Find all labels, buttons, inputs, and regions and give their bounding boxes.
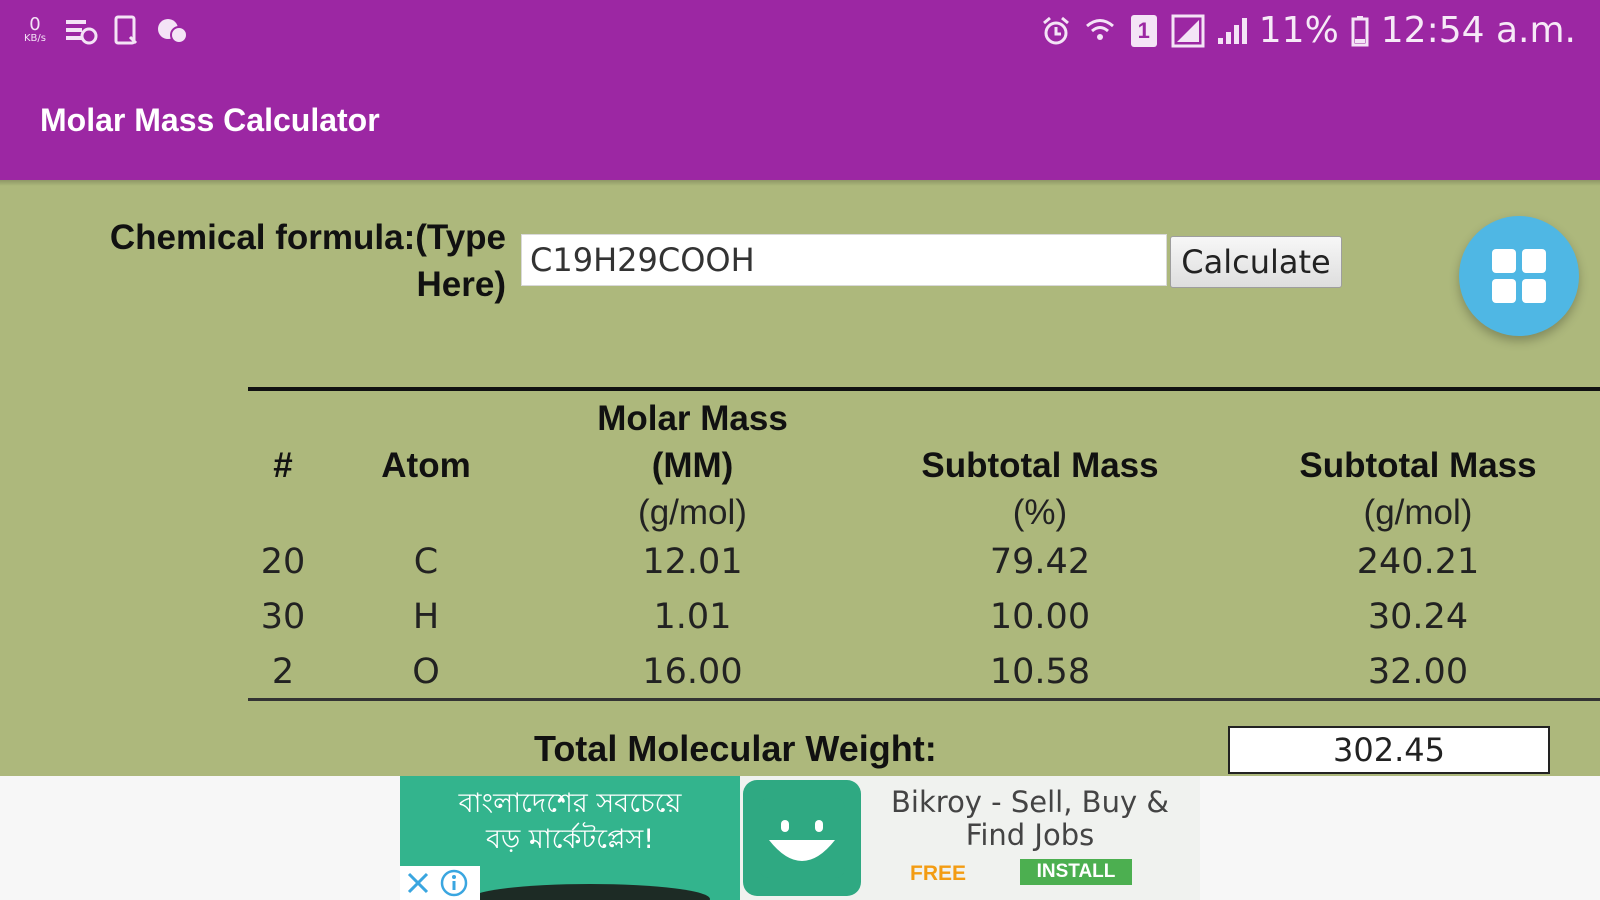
- ad-promo-text: বাংলাদেশের সবচেয়ে বড় মার্কেটপ্লেস!: [410, 786, 730, 858]
- header-atom: Atom: [381, 446, 471, 485]
- cell-count: 30: [260, 597, 306, 637]
- net-speed-unit: KB/s: [24, 33, 46, 44]
- sim-icon: 1: [1127, 14, 1161, 48]
- formula-label: Chemical formula:(Type Here): [60, 214, 506, 308]
- cell-atom: H: [412, 597, 440, 637]
- ad-product-image: [470, 884, 710, 900]
- battery-percent: 11%: [1258, 10, 1339, 51]
- cell-pct: 79.42: [989, 542, 1091, 582]
- table-top-rule: [248, 387, 1600, 391]
- cell-atom: O: [412, 652, 440, 692]
- ad-install-button[interactable]: INSTALL: [1020, 859, 1132, 885]
- device-icon: [110, 14, 144, 48]
- cell-atom: C: [413, 542, 439, 582]
- clock: 12:54 a.m.: [1380, 10, 1576, 51]
- ad-app-name: Bikroy - Sell, Buy & Find Jobs: [891, 785, 1169, 852]
- formula-input[interactable]: C19H29COOH: [521, 234, 1167, 286]
- grid-menu-button[interactable]: [1459, 216, 1579, 336]
- app-bar-shadow: [0, 180, 1600, 186]
- table-bottom-rule: [248, 698, 1600, 701]
- ad-info-icon[interactable]: [436, 866, 472, 900]
- ad-banner[interactable]: বাংলাদেশের সবচেয়ে বড় মার্কেটপ্লেস! Bik…: [400, 776, 1200, 900]
- net-speed-value: 0: [29, 14, 41, 35]
- wifi-icon: [1083, 14, 1117, 48]
- header-subtotal-pct: Subtotal Mass (%): [921, 446, 1159, 532]
- sim-label: 1: [1130, 14, 1157, 47]
- ad-close-icon[interactable]: [400, 866, 436, 900]
- cell-gmol: 240.21: [1356, 542, 1480, 582]
- status-bar: 0 KB/s 1 11% 12:54 a.m.: [0, 0, 1600, 66]
- cell-count: 20: [260, 542, 306, 582]
- status-right-icons: 1 11% 12:54 a.m.: [1039, 10, 1576, 51]
- app-bar: Molar Mass Calculator: [0, 66, 1600, 180]
- alarm-icon: [1039, 14, 1073, 48]
- status-left-icons: 0 KB/s: [18, 14, 190, 48]
- formula-label-line2: Here): [416, 265, 506, 304]
- header-molar-mass: Molar Mass (MM) (g/mol): [597, 399, 788, 532]
- signal-icon: [1215, 14, 1249, 48]
- cell-gmol: 30.24: [1367, 597, 1469, 637]
- app-title: Molar Mass Calculator: [40, 102, 380, 138]
- header-count: #: [273, 446, 293, 485]
- cell-mm: 12.01: [642, 542, 743, 582]
- cell-pct: 10.58: [989, 652, 1091, 692]
- ad-free-label: FREE: [910, 862, 967, 885]
- cell-pct: 10.00: [989, 597, 1091, 637]
- ad-controls: [400, 866, 480, 900]
- smiley-icon: [759, 798, 845, 878]
- ad-logo-icon[interactable]: [743, 780, 861, 896]
- data-saver-icon: [64, 14, 98, 48]
- ad-promo-line2: বড় মার্কেটপ্লেস!: [485, 824, 655, 855]
- battery-icon: [1349, 14, 1371, 48]
- total-weight-label: Total Molecular Weight:: [534, 728, 937, 769]
- cell-count: 2: [271, 652, 295, 692]
- formula-label-line1: Chemical formula:(Type: [109, 218, 506, 257]
- calculate-button[interactable]: Calculate: [1170, 236, 1342, 288]
- net-speed-icon: 0 KB/s: [18, 14, 52, 48]
- signal-box-icon: [1171, 14, 1205, 48]
- grid-icon: [1492, 249, 1546, 303]
- total-weight-value: 302.45: [1228, 726, 1550, 774]
- chat-icon: [156, 14, 190, 48]
- header-subtotal-gmol: Subtotal Mass (g/mol): [1299, 446, 1537, 532]
- ad-promo-line1: বাংলাদেশের সবচেয়ে: [458, 788, 682, 819]
- cell-gmol: 32.00: [1367, 652, 1469, 692]
- cell-mm: 16.00: [642, 652, 743, 692]
- cell-mm: 1.01: [653, 597, 732, 637]
